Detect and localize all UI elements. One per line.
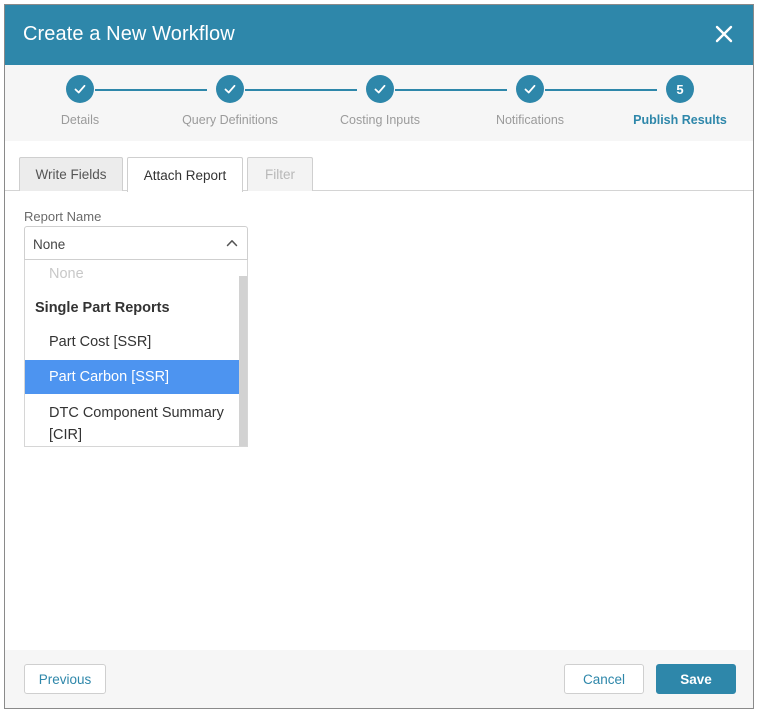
- option-part-carbon[interactable]: Part Carbon [SSR]: [25, 360, 241, 394]
- step-label: Query Definitions: [182, 113, 278, 127]
- step-label: Details: [60, 113, 100, 127]
- dropdown-scrollbar[interactable]: [239, 276, 247, 446]
- step-number-circle: 5: [666, 75, 694, 103]
- step-complete-circle: [516, 75, 544, 103]
- report-name-label: Report Name: [24, 209, 102, 224]
- step-complete-circle: [366, 75, 394, 103]
- report-options-list: None Single Part Reports Part Cost [SSR]…: [24, 260, 248, 447]
- option-none: None: [49, 266, 84, 282]
- step-complete-circle: [216, 75, 244, 103]
- check-icon: [374, 84, 386, 94]
- previous-button[interactable]: Previous: [24, 664, 106, 694]
- selected-value: None: [33, 237, 66, 252]
- dialog-title: Create a New Workflow: [23, 23, 235, 45]
- cancel-button[interactable]: Cancel: [564, 664, 644, 694]
- save-button[interactable]: Save: [656, 664, 736, 694]
- tab-write-fields[interactable]: Write Fields: [19, 157, 123, 191]
- step-costing-inputs[interactable]: Costing Inputs: [305, 65, 455, 141]
- step-details[interactable]: Details: [5, 65, 155, 141]
- workflow-dialog: Create a New Workflow Details Query Defi…: [4, 4, 754, 709]
- check-icon: [74, 84, 86, 94]
- step-label: Notifications: [495, 113, 565, 127]
- check-icon: [224, 84, 236, 94]
- tab-bar: Write Fields Attach Report Filter: [5, 157, 753, 192]
- tab-filter: Filter: [247, 157, 313, 191]
- step-query-definitions[interactable]: Query Definitions: [155, 65, 305, 141]
- close-icon: [715, 25, 733, 43]
- option-part-cost[interactable]: Part Cost [SSR]: [25, 327, 241, 357]
- option-dtc-component-summary[interactable]: DTC Component Summary [CIR]: [25, 398, 241, 443]
- step-label: Publish Results: [633, 113, 727, 127]
- dialog-footer: Previous Cancel Save: [5, 650, 753, 708]
- report-name-select[interactable]: None: [24, 226, 248, 260]
- close-button[interactable]: [711, 21, 737, 47]
- step-label: Costing Inputs: [340, 113, 420, 127]
- option-group-single-part-reports: Single Part Reports: [35, 300, 170, 316]
- step-notifications[interactable]: Notifications: [455, 65, 605, 141]
- check-icon: [524, 84, 536, 94]
- progress-stepper: Details Query Definitions Costing Inputs: [5, 65, 753, 141]
- step-complete-circle: [66, 75, 94, 103]
- dialog-header: Create a New Workflow: [5, 5, 753, 65]
- chevron-up-icon: [226, 240, 238, 247]
- step-publish-results[interactable]: 5 Publish Results: [605, 65, 753, 141]
- tab-attach-report[interactable]: Attach Report: [127, 157, 243, 192]
